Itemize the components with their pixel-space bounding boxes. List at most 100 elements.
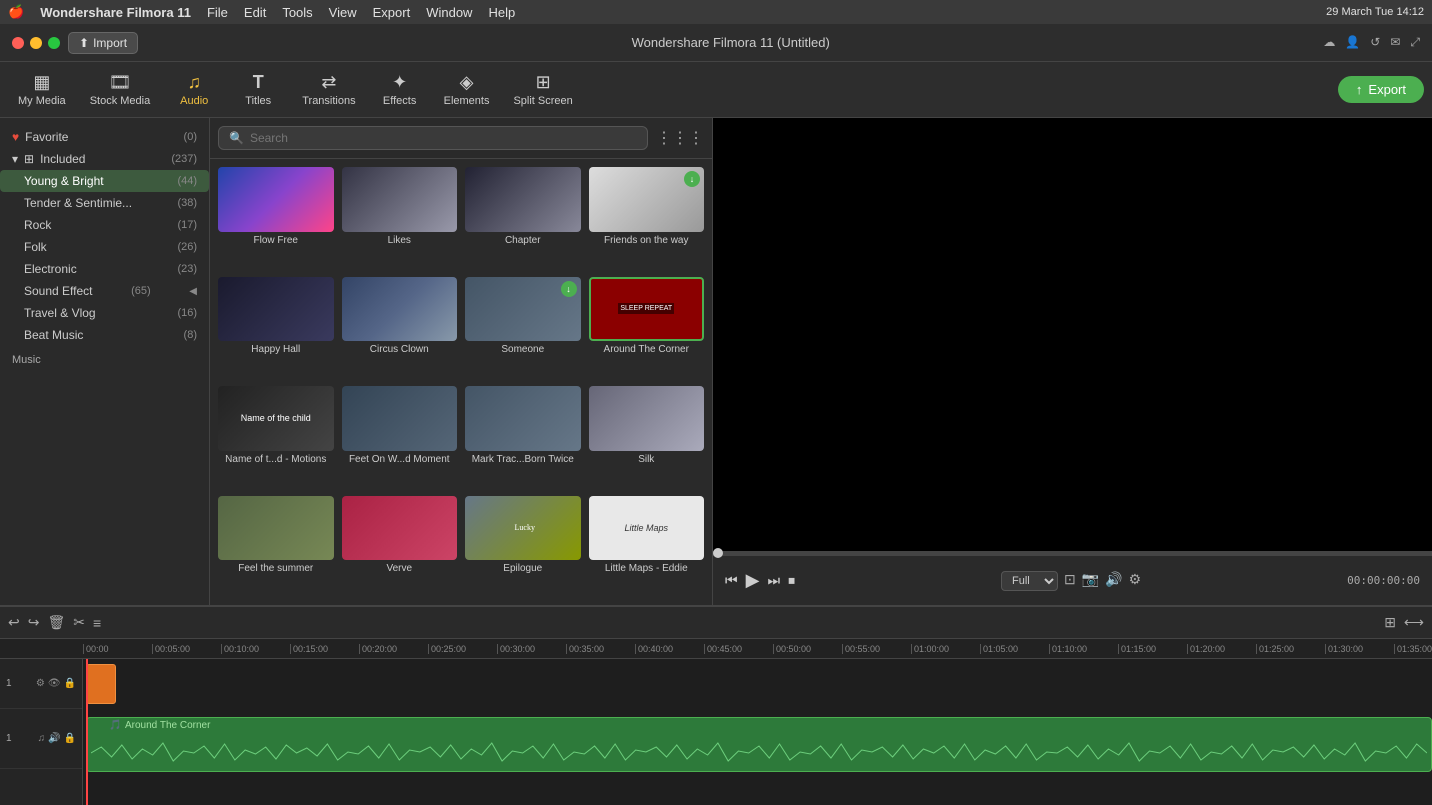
menu-edit[interactable]: Edit bbox=[244, 5, 266, 20]
sidebar-item-favorite[interactable]: ♥ Favorite (0) bbox=[0, 126, 209, 148]
traffic-lights bbox=[12, 37, 60, 49]
skip-back-button[interactable]: ⏮ bbox=[725, 572, 738, 589]
audio-clip-icon: 🎵 bbox=[109, 720, 121, 731]
media-item-friends[interactable]: ↓Friends on the way bbox=[585, 163, 709, 273]
import-icon: ⬆ bbox=[79, 36, 89, 50]
toolbar-effects[interactable]: ✦ Effects bbox=[370, 68, 430, 111]
apple-icon: 🍎 bbox=[8, 4, 24, 20]
expand-icon[interactable]: ⤢ bbox=[1410, 35, 1420, 50]
menu-window[interactable]: Window bbox=[426, 5, 472, 20]
media-item-happy-hall[interactable]: Happy Hall bbox=[214, 273, 338, 383]
toolbar-titles[interactable]: T Titles bbox=[228, 68, 288, 111]
beat-music-count: (8) bbox=[184, 329, 197, 341]
media-item-someone[interactable]: ↓Someone bbox=[461, 273, 585, 383]
datetime-label: 29 March Tue 14:12 bbox=[1326, 6, 1424, 18]
thumb-text: SLEEP REPEAT bbox=[618, 303, 674, 314]
media-item-chapter[interactable]: Chapter bbox=[461, 163, 585, 273]
maximize-button[interactable] bbox=[48, 37, 60, 49]
ruler-mark: 01:35:00 bbox=[1394, 644, 1432, 654]
ruler-mark: 00:50:00 bbox=[773, 644, 842, 654]
preview-progress-bar[interactable] bbox=[713, 551, 1432, 555]
track-content: 🎵 Around The Corner bbox=[83, 659, 1432, 805]
ruler-mark: 00:15:00 bbox=[290, 644, 359, 654]
media-thumb-silk bbox=[589, 386, 705, 451]
track-labels: 1 ⚙ 👁 🔒 1 ♫ 🔊 🔒 bbox=[0, 659, 83, 805]
minimize-button[interactable] bbox=[30, 37, 42, 49]
sidebar-item-sound-effect[interactable]: Sound Effect (65) ◀ bbox=[0, 280, 209, 302]
skip-forward-button[interactable]: ⏭ bbox=[767, 572, 780, 589]
media-item-silk[interactable]: Silk bbox=[585, 382, 709, 492]
sidebar-item-beat-music[interactable]: Beat Music (8) bbox=[0, 324, 209, 346]
sidebar-item-electronic[interactable]: Electronic (23) bbox=[0, 258, 209, 280]
close-button[interactable] bbox=[12, 37, 24, 49]
media-item-name-motions[interactable]: Name of the childName of t...d - Motions bbox=[214, 382, 338, 492]
ruler-mark: 00:45:00 bbox=[704, 644, 773, 654]
snap-icon[interactable]: ⟷ bbox=[1404, 614, 1424, 631]
menu-help[interactable]: Help bbox=[488, 5, 515, 20]
toolbar-transitions[interactable]: ⇄ Transitions bbox=[292, 68, 365, 111]
menu-tools[interactable]: Tools bbox=[282, 5, 312, 20]
sidebar-item-young-bright[interactable]: Young & Bright (44) bbox=[0, 170, 209, 192]
undo-icon[interactable]: ↩ bbox=[8, 614, 20, 631]
heart-icon: ♥ bbox=[12, 130, 19, 144]
zoom-dropdown[interactable]: Full 50% 75% bbox=[1001, 571, 1058, 591]
toolbar-elements[interactable]: ◈ Elements bbox=[434, 68, 500, 111]
stop-button[interactable]: ⏹ bbox=[788, 572, 795, 589]
sidebar-item-tender[interactable]: Tender & Sentimie... (38) bbox=[0, 192, 209, 214]
redo-icon[interactable]: ↪ bbox=[28, 614, 40, 631]
audio-volume-icon[interactable]: 🔊 bbox=[48, 733, 60, 744]
sidebar-item-rock[interactable]: Rock (17) bbox=[0, 214, 209, 236]
media-item-feet-water[interactable]: Feet On W...d Moment bbox=[338, 382, 462, 492]
add-track-icon[interactable]: ⊞ bbox=[1384, 614, 1396, 631]
ruler-mark: 00:30:00 bbox=[497, 644, 566, 654]
media-item-around-corner[interactable]: SLEEP REPEAT Around The Corner bbox=[585, 273, 709, 383]
grid-view-icon[interactable]: ⋮⋮⋮ bbox=[656, 128, 704, 148]
screenshot-icon: 📷 bbox=[1082, 571, 1099, 591]
menu-export[interactable]: Export bbox=[373, 5, 411, 20]
media-item-flow-free[interactable]: Flow Free bbox=[214, 163, 338, 273]
video-clip[interactable] bbox=[86, 664, 116, 704]
media-item-verve[interactable]: Verve bbox=[338, 492, 462, 602]
list-icon[interactable]: ≡ bbox=[93, 615, 101, 631]
toolbar-my-media[interactable]: ▦ My Media bbox=[8, 68, 76, 111]
menu-view[interactable]: View bbox=[329, 5, 357, 20]
ruler-mark: 00:05:00 bbox=[152, 644, 221, 654]
electronic-count: (23) bbox=[177, 263, 197, 275]
transitions-label: Transitions bbox=[302, 95, 355, 107]
export-button[interactable]: ↑ Export bbox=[1338, 76, 1424, 103]
young-bright-count: (44) bbox=[177, 175, 197, 187]
search-input[interactable] bbox=[250, 131, 637, 145]
split-screen-icon: ⊞ bbox=[536, 72, 551, 93]
delete-icon[interactable]: 🗑 bbox=[47, 614, 65, 631]
play-button[interactable]: ▶ bbox=[746, 570, 760, 591]
sidebar-item-folk[interactable]: Folk (26) bbox=[0, 236, 209, 258]
audio-clip[interactable]: 🎵 Around The Corner bbox=[86, 717, 1432, 772]
media-item-little-maps[interactable]: Little MapsLittle Maps - Eddie bbox=[585, 492, 709, 602]
toolbar-audio[interactable]: ♫ Audio bbox=[164, 68, 224, 111]
media-name-around-corner: Around The Corner bbox=[589, 344, 705, 355]
toolbar-stock-media[interactable]: 🎞 Stock Media bbox=[80, 68, 161, 111]
eye-icon[interactable]: 👁 bbox=[48, 678, 61, 689]
settings-icon[interactable]: ⚙ bbox=[36, 678, 45, 689]
collapse-icon[interactable]: ◀ bbox=[189, 286, 197, 297]
media-item-feel-summer[interactable]: Feel the summer bbox=[214, 492, 338, 602]
media-item-epilogue[interactable]: LuckyEpilogue bbox=[461, 492, 585, 602]
audio-track-label: 1 ♫ 🔊 🔒 bbox=[0, 709, 82, 769]
media-item-mark-born[interactable]: Mark Trac...Born Twice bbox=[461, 382, 585, 492]
media-item-likes[interactable]: Likes bbox=[338, 163, 462, 273]
media-thumb-friends: ↓ bbox=[589, 167, 705, 232]
media-thumb-feel-summer bbox=[218, 496, 334, 561]
sidebar-item-included[interactable]: ▾ ⊞ Included (237) bbox=[0, 148, 209, 170]
toolbar-split-screen[interactable]: ⊞ Split Screen bbox=[503, 68, 582, 111]
media-item-circus-clown[interactable]: Circus Clown bbox=[338, 273, 462, 383]
sidebar-item-travel-vlog[interactable]: Travel & Vlog (16) bbox=[0, 302, 209, 324]
included-count: (237) bbox=[171, 153, 197, 165]
audio-lock-icon[interactable]: 🔒 bbox=[64, 733, 76, 744]
import-button[interactable]: ⬆ Import bbox=[68, 32, 138, 54]
ruler-mark: 00:35:00 bbox=[566, 644, 635, 654]
media-name-silk: Silk bbox=[589, 454, 705, 465]
lock-icon[interactable]: 🔒 bbox=[64, 678, 76, 689]
cut-icon[interactable]: ✂ bbox=[73, 614, 85, 631]
toolbar: ▦ My Media 🎞 Stock Media ♫ Audio T Title… bbox=[0, 62, 1432, 118]
menu-file[interactable]: File bbox=[207, 5, 228, 20]
